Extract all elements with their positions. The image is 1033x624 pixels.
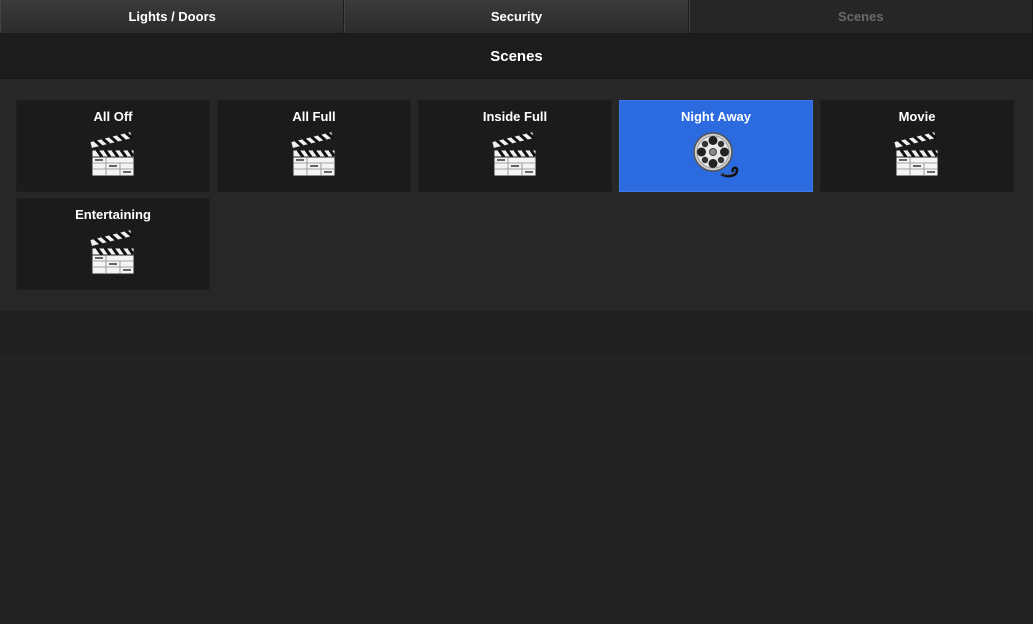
scene-tile-entertaining[interactable]: Entertaining xyxy=(16,198,210,290)
clapperboard-icon xyxy=(290,130,336,177)
clapperboard-icon xyxy=(893,130,939,177)
scene-tile-movie[interactable]: Movie xyxy=(820,100,1014,192)
scene-label: All Off xyxy=(93,109,133,124)
scene-label: All Full xyxy=(292,109,336,124)
scene-label: Night Away xyxy=(680,109,752,124)
scene-tile-inside-full[interactable]: Inside Full xyxy=(418,100,612,192)
tab-bar: Lights / Doors Security Scenes xyxy=(0,0,1033,34)
clapperboard-icon xyxy=(491,130,537,177)
scene-label: Movie xyxy=(898,109,936,124)
scene-tile-night-away[interactable]: Night Away xyxy=(619,100,813,192)
footer-bar xyxy=(0,309,1033,354)
scene-tile-all-full[interactable]: All Full xyxy=(217,100,411,192)
clapperboard-icon xyxy=(89,228,135,275)
scene-label: Inside Full xyxy=(482,109,548,124)
scenes-panel: All Off All Full Inside Full Night Away xyxy=(0,79,1033,309)
page-title: Scenes xyxy=(490,47,543,65)
clapperboard-icon xyxy=(89,130,135,177)
tab-security[interactable]: Security xyxy=(344,0,689,33)
scene-tile-all-off[interactable]: All Off xyxy=(16,100,210,192)
page-title-bar: Scenes xyxy=(0,34,1033,79)
empty-area xyxy=(0,354,1033,624)
scene-label: Entertaining xyxy=(75,207,151,222)
tab-scenes[interactable]: Scenes xyxy=(688,0,1033,33)
film-reel-icon xyxy=(693,132,739,178)
tab-lights-doors[interactable]: Lights / Doors xyxy=(0,0,345,33)
scene-grid: All Off All Full Inside Full Night Away xyxy=(16,100,1017,290)
